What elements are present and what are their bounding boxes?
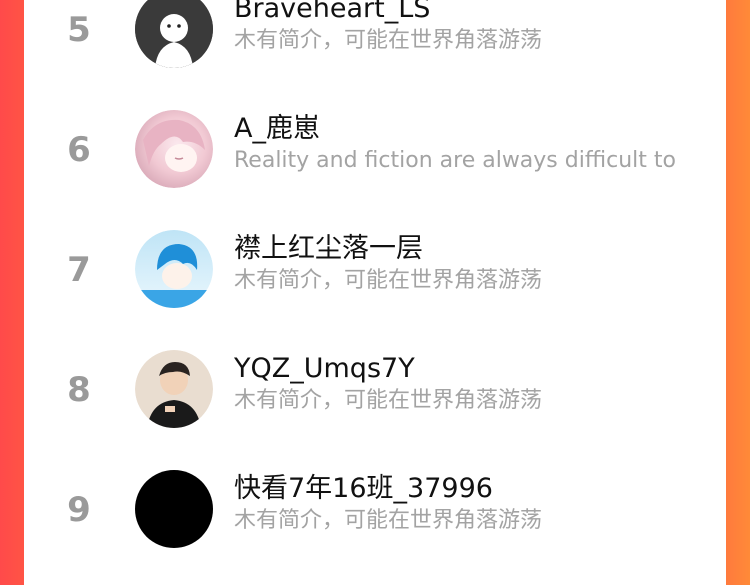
user-name[interactable]: Braveheart_LS <box>234 0 430 26</box>
rank-number: 9 <box>67 490 91 530</box>
anime-girl-icon <box>135 110 213 188</box>
rank-number: 7 <box>67 250 91 290</box>
boy-photo-avatar[interactable] <box>135 350 213 428</box>
black-avatar[interactable] <box>135 470 213 548</box>
user-name[interactable]: 襟上红尘落一层 <box>234 232 423 266</box>
rank-number: 8 <box>67 370 91 410</box>
user-bio: 木有简介，可能在世界角落游荡 <box>234 268 543 293</box>
user-bio: Reality and fiction are always difficult… <box>234 148 676 173</box>
user-bio: 木有简介，可能在世界角落游荡 <box>234 388 543 413</box>
blue-hair-icon <box>135 230 213 308</box>
list-item[interactable]: 7 襟上红尘落一层 木有简介，可能在世界角落游荡 <box>24 210 726 330</box>
ghost-avatar[interactable] <box>135 0 213 68</box>
ranking-list-card: 5 Braveheart_LS 木有简介，可能在世界角落游荡 6 A_鹿崽 Re… <box>24 0 726 585</box>
rank-number: 6 <box>67 130 91 170</box>
blue-hair-anime-avatar[interactable] <box>135 230 213 308</box>
user-name[interactable]: A_鹿崽 <box>234 112 320 146</box>
user-name[interactable]: 快看7年16班_37996 <box>234 472 493 506</box>
ghost-icon <box>135 0 213 68</box>
anime-girl-avatar[interactable] <box>135 110 213 188</box>
user-bio: 木有简介，可能在世界角落游荡 <box>234 28 543 53</box>
user-name[interactable]: YQZ_Umqs7Y <box>234 352 415 386</box>
list-item[interactable]: 6 A_鹿崽 Reality and fiction are always di… <box>24 90 726 210</box>
list-item[interactable]: 8 YQZ_Umqs7Y 木有简介，可能在世界角落游荡 <box>24 330 726 450</box>
user-bio: 木有简介，可能在世界角落游荡 <box>234 508 543 533</box>
rank-number: 5 <box>67 10 91 50</box>
person-photo-icon <box>135 350 213 428</box>
list-item[interactable]: 5 Braveheart_LS 木有简介，可能在世界角落游荡 <box>24 0 726 90</box>
list-item[interactable]: 9 快看7年16班_37996 木有简介，可能在世界角落游荡 <box>24 450 726 570</box>
